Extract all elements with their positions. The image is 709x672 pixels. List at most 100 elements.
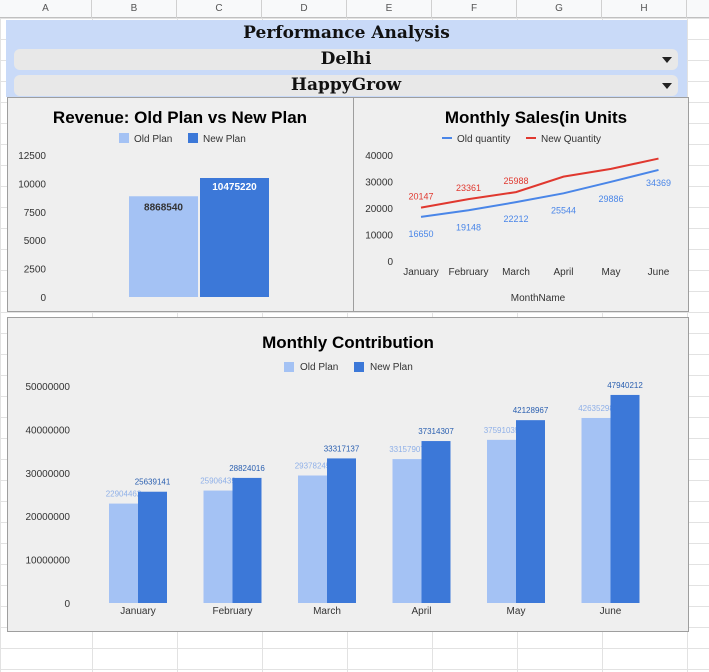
column-header-b[interactable]: B <box>92 0 177 18</box>
revenue-chart: Revenue: Old Plan vs New Plan Old Plan N… <box>18 108 307 304</box>
x-tick-label: May <box>507 606 526 617</box>
bar-old <box>109 503 138 603</box>
y-tick-label: 30000 <box>365 178 393 189</box>
x-tick-label: June <box>648 267 670 278</box>
legend-label-new: New Quantity <box>541 134 601 145</box>
x-axis-label: MonthName <box>511 293 566 304</box>
y-tick-label: 20000 <box>365 204 393 215</box>
column-header-a[interactable]: A <box>0 0 92 18</box>
y-tick-label: 40000 <box>365 151 393 162</box>
y-tick-label: 0 <box>40 293 46 304</box>
y-tick-label: 7500 <box>24 208 47 219</box>
y-tick-label: 2500 <box>24 265 47 276</box>
y-tick-label: 5000 <box>24 236 47 247</box>
x-tick-label: June <box>600 606 622 617</box>
y-tick-label: 0 <box>387 257 393 268</box>
bar-old <box>203 490 233 603</box>
x-tick-label: February <box>212 606 252 617</box>
bar-data-label: 42128967 <box>513 406 549 415</box>
page-title: Performance Analysis <box>6 20 687 46</box>
data-label-old: 29886 <box>598 194 623 204</box>
data-label-old: 25544 <box>551 205 576 215</box>
bar-new <box>610 394 640 603</box>
bar-old <box>298 475 327 603</box>
y-tick-label: 40000000 <box>26 425 71 436</box>
bar-data-label: 37591035 <box>484 426 520 435</box>
y-tick-label: 20000000 <box>26 512 71 523</box>
bar-data-label: 29378245 <box>295 461 331 470</box>
data-label-old: 22212 <box>503 214 528 224</box>
brand-dropdown[interactable]: HappyGrow <box>14 75 678 96</box>
y-tick-label: 12500 <box>18 151 46 162</box>
x-tick-label: February <box>448 267 488 278</box>
chart-title: Monthly Sales(in Units <box>445 108 627 127</box>
city-dropdown[interactable]: Delhi <box>14 49 678 70</box>
bar-old <box>487 439 516 603</box>
y-tick-label: 10000 <box>365 231 393 242</box>
legend-label-new: New Plan <box>203 134 246 145</box>
y-tick-label: 50000000 <box>26 382 71 393</box>
y-tick-label: 0 <box>64 599 70 610</box>
bar-data-label: 47940212 <box>607 381 643 390</box>
bar-data-label: 37314307 <box>418 427 454 436</box>
bar-new <box>421 441 451 603</box>
data-label-new: 25988 <box>503 176 528 186</box>
bar-data-label: 22904462 <box>106 490 142 499</box>
column-header-c[interactable]: C <box>177 0 262 18</box>
chart-title: Revenue: Old Plan vs New Plan <box>53 108 307 127</box>
bar-old <box>581 417 611 603</box>
column-header-e[interactable]: E <box>347 0 432 18</box>
x-tick-label: April <box>411 606 431 617</box>
legend-label-new: New Plan <box>370 362 413 373</box>
data-label-old: 19148 <box>456 222 481 232</box>
legend-swatch-old <box>119 133 129 143</box>
y-tick-label: 10000000 <box>26 556 71 567</box>
legend-label-old: Old quantity <box>457 134 510 145</box>
bar-data-label: 33317137 <box>324 444 360 453</box>
brand-dropdown-value: HappyGrow <box>290 75 402 95</box>
bar-data-label: 33157907 <box>389 445 425 454</box>
data-label-new: 20147 <box>408 192 433 202</box>
column-header-row: ABCDEFGH <box>0 0 709 18</box>
x-tick-label: January <box>120 606 156 617</box>
contribution-chart: Monthly Contribution Old Plan New Plan 0… <box>26 333 644 617</box>
x-tick-label: April <box>553 267 573 278</box>
data-label-old: 16650 <box>408 229 433 239</box>
bar-data-label: 10475220 <box>212 182 257 193</box>
bar-data-label: 25639141 <box>135 478 171 487</box>
chevron-down-icon[interactable] <box>662 57 672 63</box>
x-tick-label: May <box>602 267 621 278</box>
data-label-old: 34369 <box>646 178 671 188</box>
revenue-chart-panel[interactable]: Revenue: Old Plan vs New Plan Old Plan N… <box>7 97 354 312</box>
column-header-d[interactable]: D <box>262 0 347 18</box>
column-header-f[interactable]: F <box>432 0 517 18</box>
chart-title: Monthly Contribution <box>262 333 434 352</box>
bar-data-label: 28824016 <box>229 464 265 473</box>
bar-new <box>327 458 356 603</box>
data-label-new: 23361 <box>456 183 481 193</box>
bar-new <box>516 420 545 603</box>
column-header-g[interactable]: G <box>517 0 602 18</box>
bar-new <box>232 477 262 603</box>
legend-label-old: Old Plan <box>134 134 172 145</box>
legend-swatch-new <box>188 133 198 143</box>
x-tick-label: March <box>502 267 530 278</box>
y-tick-label: 30000000 <box>26 469 71 480</box>
contribution-chart-panel[interactable]: Monthly Contribution Old Plan New Plan 0… <box>7 317 689 632</box>
legend-swatch-new <box>354 362 364 372</box>
bar-old <box>392 459 422 603</box>
bar-new <box>138 491 167 603</box>
x-tick-label: March <box>313 606 341 617</box>
column-header-h[interactable]: H <box>602 0 687 18</box>
chevron-down-icon[interactable] <box>662 83 672 89</box>
x-tick-label: January <box>403 267 439 278</box>
legend-label-old: Old Plan <box>300 362 338 373</box>
bar-data-label: 42635298 <box>578 404 614 413</box>
y-tick-label: 10000 <box>18 179 46 190</box>
bar-new <box>200 178 269 297</box>
city-dropdown-value: Delhi <box>320 49 372 69</box>
legend-swatch-old <box>284 362 294 372</box>
bar-data-label: 8868540 <box>144 202 183 213</box>
sales-chart: Monthly Sales(in Units Old quantity New … <box>365 108 671 304</box>
sales-chart-panel[interactable]: Monthly Sales(in Units Old quantity New … <box>353 97 689 312</box>
